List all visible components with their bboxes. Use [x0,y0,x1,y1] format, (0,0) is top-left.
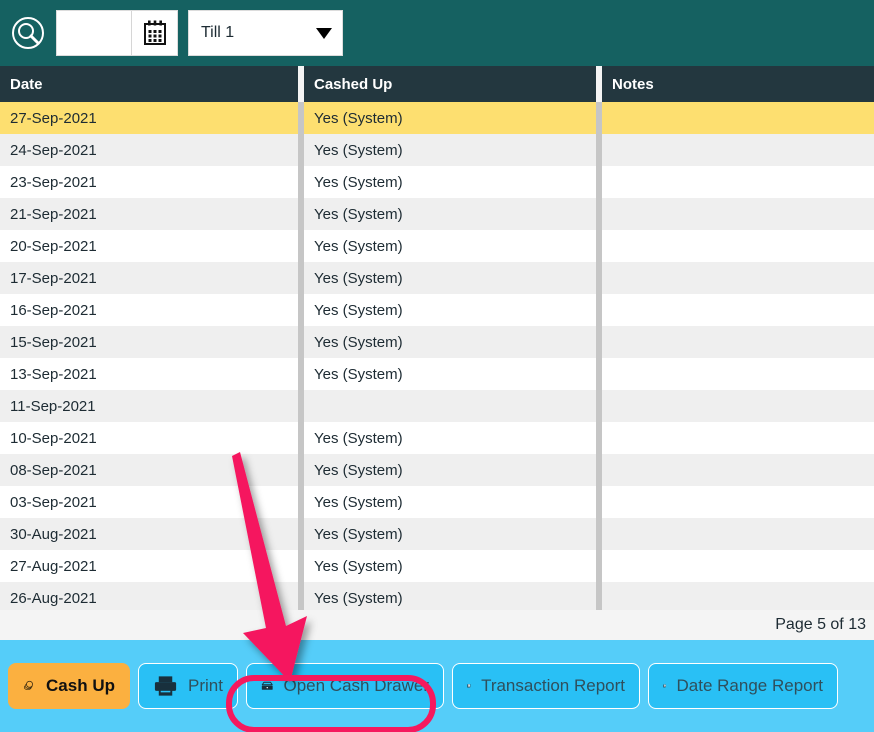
table-body: 27-Sep-2021 Yes (System) 24-Sep-2021 Yes (S… [0,102,874,646]
cell-date: 10-Sep-2021 [10,429,97,447]
calendar-icon [143,20,166,45]
table-row[interactable]: 17-Sep-2021 Yes (System) [0,262,874,294]
cash-up-button[interactable]: Cash Up [8,663,130,709]
cell-cashed-up: Yes (System) [314,557,403,575]
page-indicator: Page 5 of 13 [775,616,866,633]
cell-date: 11-Sep-2021 [10,397,96,415]
cell-cashed-up: Yes (System) [314,109,403,127]
cell-date: 08-Sep-2021 [10,461,97,479]
column-header-notes[interactable]: Notes [602,66,874,102]
cell-cashed-up: Yes (System) [314,429,403,447]
cell-notes [602,518,874,550]
cash-drawer-icon [261,681,273,690]
cell-notes [602,486,874,518]
transaction-report-button-label: Transaction Report [481,676,625,695]
cell-cashed-up: Yes (System) [314,301,403,319]
table-row[interactable]: 11-Sep-2021 [0,390,874,422]
cell-cashed-up: Yes (System) [314,205,403,223]
cell-date: 17-Sep-2021 [10,269,97,287]
table-row[interactable]: 27-Aug-2021 Yes (System) [0,550,874,582]
table-row[interactable]: 27-Sep-2021 Yes (System) [0,102,874,134]
calendar-picker-button[interactable] [131,11,177,55]
till-select-value: Till 1 [201,24,235,41]
table-row[interactable]: 20-Sep-2021 Yes (System) [0,230,874,262]
table-row[interactable]: 30-Aug-2021 Yes (System) [0,518,874,550]
table-row[interactable]: 10-Sep-2021 Yes (System) [0,422,874,454]
printer-icon [154,676,177,696]
cell-date: 03-Sep-2021 [10,493,97,511]
cell-notes [602,422,874,454]
table-row[interactable]: 21-Sep-2021 Yes (System) [0,198,874,230]
print-button[interactable]: Print [138,663,238,709]
cell-cashed-up: Yes (System) [314,493,403,511]
search-button[interactable] [0,0,56,66]
cell-date: 27-Aug-2021 [10,557,97,575]
table-row[interactable]: 23-Sep-2021 Yes (System) [0,166,874,198]
transaction-report-button[interactable]: Transaction Report [452,663,640,709]
table-row[interactable]: 03-Sep-2021 Yes (System) [0,486,874,518]
cell-notes [602,102,874,134]
chevron-down-icon [316,27,332,39]
cell-notes [602,134,874,166]
search-circle-icon [12,17,44,49]
cell-date: 21-Sep-2021 [10,205,97,223]
cell-date: 16-Sep-2021 [10,301,97,319]
report-chart-icon [663,684,666,688]
cell-cashed-up: Yes (System) [314,525,403,543]
table-row[interactable]: 24-Sep-2021 Yes (System) [0,134,874,166]
cell-cashed-up: Yes (System) [314,141,403,159]
open-cash-drawer-button[interactable]: Open Cash Drawer [246,663,444,709]
table-row[interactable]: 16-Sep-2021 Yes (System) [0,294,874,326]
cell-cashed-up: Yes (System) [314,333,403,351]
date-filter-group [56,10,178,56]
date-range-report-button-label: Date Range Report [676,676,823,695]
cell-date: 23-Sep-2021 [10,173,97,191]
cell-date: 20-Sep-2021 [10,237,97,255]
till-select[interactable]: Till 1 [188,10,343,56]
column-header-date[interactable]: Date [0,66,298,102]
cash-up-table: Date Cashed Up Notes 27-Sep-2021 Yes (Sys… [0,66,874,646]
table-row[interactable]: 15-Sep-2021 Yes (System) [0,326,874,358]
cell-notes [602,262,874,294]
action-button-bar: Cash Up Print Open Cash Drawer Transacti… [0,640,874,732]
cell-date: 24-Sep-2021 [10,141,97,159]
cell-notes [602,454,874,486]
table-header-row: Date Cashed Up Notes [0,66,874,102]
report-chart-icon [467,684,471,688]
cell-cashed-up: Yes (System) [314,237,403,255]
cell-cashed-up: Yes (System) [314,269,403,287]
column-header-cashed-up[interactable]: Cashed Up [304,66,596,102]
cell-date: 30-Aug-2021 [10,525,97,543]
cell-notes [602,390,874,422]
cell-cashed-up: Yes (System) [314,461,403,479]
cell-notes [602,166,874,198]
cell-cashed-up: Yes (System) [314,365,403,383]
cell-date: 13-Sep-2021 [10,365,97,383]
table-row[interactable]: 08-Sep-2021 Yes (System) [0,454,874,486]
date-input[interactable] [57,11,131,55]
coins-icon [23,680,33,691]
cell-date: 15-Sep-2021 [10,333,97,351]
date-range-report-button[interactable]: Date Range Report [648,663,838,709]
pagination-bar: Page 5 of 13 [0,610,874,640]
cash-up-screen: Till 1 Date Cashed Up Notes 27-Sep-2021 Y… [0,0,874,732]
print-button-label: Print [188,676,223,695]
cash-up-button-label: Cash Up [46,676,115,695]
cell-notes [602,550,874,582]
cell-notes [602,230,874,262]
cell-cashed-up: Yes (System) [314,173,403,191]
cell-notes [602,326,874,358]
open-cash-drawer-button-label: Open Cash Drawer [283,676,429,695]
cell-cashed-up [304,390,596,422]
top-toolbar: Till 1 [0,0,874,66]
cell-notes [602,294,874,326]
cell-date: 27-Sep-2021 [10,109,97,127]
cell-notes [602,198,874,230]
cell-notes [602,358,874,390]
table-row[interactable]: 13-Sep-2021 Yes (System) [0,358,874,390]
